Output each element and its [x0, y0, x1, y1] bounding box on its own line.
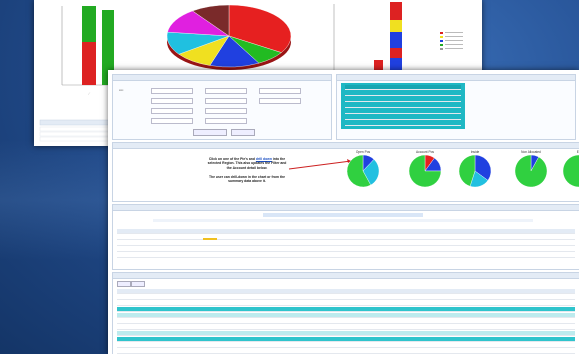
filter-reset-button[interactable] [231, 129, 255, 136]
account-detail-panel [112, 204, 579, 270]
filter-label: ▪▪▪▪ [119, 88, 124, 92]
filter-field-6[interactable] [259, 98, 301, 104]
table-row[interactable] [117, 331, 575, 336]
filter-field-10[interactable] [205, 118, 247, 124]
account-detail-header [113, 205, 579, 211]
summary-row[interactable] [345, 103, 461, 108]
table-row[interactable] [117, 325, 575, 330]
stack-bar-1-red [390, 2, 402, 20]
bar-tick: .... [86, 90, 91, 95]
filter-field-2[interactable] [205, 88, 247, 94]
region-pie-0[interactable] [346, 154, 380, 188]
table-row[interactable] [117, 319, 575, 324]
table-header-row [117, 289, 575, 294]
bottom-screenshot: ▪▪▪▪ Click on one of the Pie's and drill… [108, 70, 579, 354]
annotation-arrow [288, 160, 352, 170]
bar-1-green [82, 6, 96, 42]
bottom-table-panel [112, 272, 579, 354]
detail-header-row [117, 229, 575, 234]
filter-field-3[interactable] [259, 88, 301, 94]
table-row-selected[interactable] [117, 307, 575, 312]
stack-bar-1-blue [390, 32, 402, 48]
filter-field-7[interactable] [151, 108, 193, 114]
summary-table [341, 83, 465, 129]
region-pies: Open PosAccount PosInsideNon AllocatedEx… [346, 150, 579, 188]
stack-bar-1-red-b [390, 48, 402, 58]
table-row[interactable] [117, 343, 575, 348]
filter-panel: ▪▪▪▪ [112, 74, 332, 140]
filter-apply-button[interactable] [193, 129, 227, 136]
region-pie-4-slice-0[interactable] [562, 154, 579, 188]
region-pie-1[interactable] [408, 154, 442, 188]
summary-row[interactable] [345, 109, 461, 114]
region-pie-3[interactable] [514, 154, 548, 188]
detail-row[interactable] [117, 253, 575, 258]
region-pie-4[interactable] [562, 154, 579, 188]
table-row[interactable] [117, 295, 575, 300]
bottom-table-header [113, 273, 579, 279]
rating-stars [203, 238, 217, 240]
region-pie-title: Open Pos [356, 150, 371, 154]
region-pie-title: Non Allocated [521, 150, 541, 154]
filter-field-4[interactable] [151, 98, 193, 104]
detail-row[interactable] [117, 241, 575, 246]
tab-1[interactable] [117, 281, 131, 287]
region-pie-title: Account Pos [416, 150, 434, 154]
account-info-bar [153, 219, 533, 222]
top-pie-chart [166, 4, 292, 70]
filter-field-1[interactable] [151, 88, 193, 94]
region-pie-2[interactable] [458, 154, 492, 188]
chart-panel-svg: Open PosAccount PosInsideNon AllocatedEx… [288, 150, 579, 188]
summary-panel [336, 74, 576, 140]
account-subtitle-bar [263, 213, 423, 217]
region-pie-title: Inside [471, 150, 480, 154]
summary-row[interactable] [345, 115, 461, 120]
tab-2[interactable] [131, 281, 145, 287]
filter-field-9[interactable] [151, 118, 193, 124]
stack-legend [440, 32, 463, 50]
detail-row[interactable] [117, 235, 575, 240]
summary-row[interactable] [345, 97, 461, 102]
summary-header-row [345, 85, 461, 90]
filter-field-8[interactable] [205, 108, 247, 114]
stack-bar-1-yellow [390, 20, 402, 32]
summary-panel-header [337, 75, 575, 81]
filter-field-5[interactable] [205, 98, 247, 104]
filter-panel-header [113, 75, 331, 81]
region-pie-3-slice-1[interactable] [514, 154, 548, 188]
table-row[interactable] [117, 313, 575, 318]
summary-row[interactable] [345, 121, 461, 126]
detail-row[interactable] [117, 247, 575, 252]
table-row[interactable] [117, 301, 575, 306]
summary-row[interactable] [345, 91, 461, 96]
chart-panel: Click on one of the Pie's and drill down… [112, 142, 579, 202]
bar-1-red [82, 42, 96, 85]
table-row-selected[interactable] [117, 337, 575, 342]
table-row[interactable] [117, 349, 575, 354]
